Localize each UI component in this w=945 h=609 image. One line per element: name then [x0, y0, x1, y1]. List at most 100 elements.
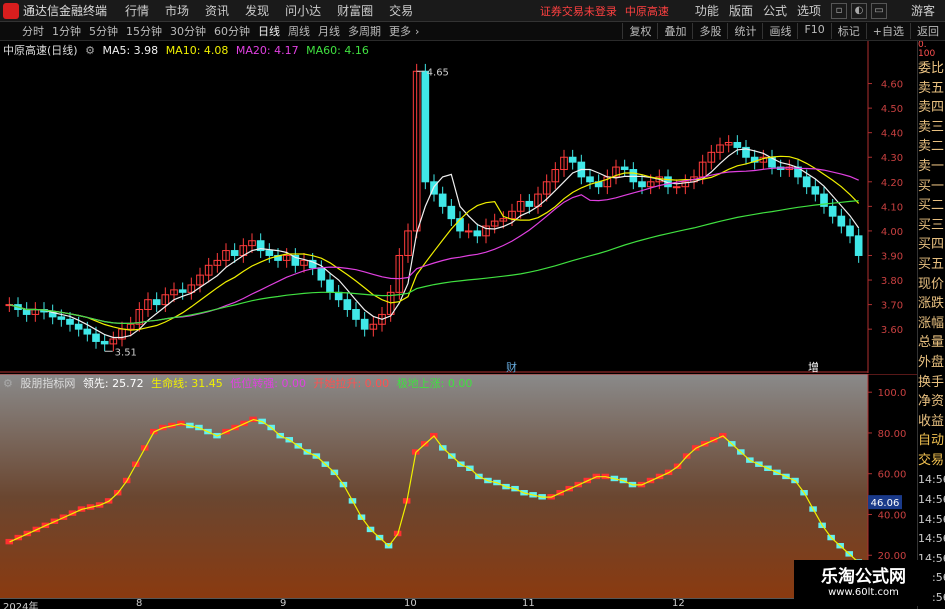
candle-body — [92, 333, 100, 342]
chevron-right-icon[interactable]: › — [415, 25, 419, 38]
period-monthly[interactable]: 月线 — [314, 23, 344, 39]
side-panel-top-label: 100 — [918, 49, 936, 59]
menu-ask[interactable]: 问小达 — [285, 2, 321, 19]
candle-body — [265, 250, 274, 256]
side-panel-item[interactable]: 卖四 — [918, 98, 945, 118]
candle-body — [620, 166, 629, 171]
menu-formula[interactable]: 公式 — [763, 2, 787, 19]
settings-gear-icon[interactable]: ⚙ — [85, 44, 95, 57]
indicator-background — [0, 374, 868, 598]
indicator-panel[interactable]: 20.00 40.00 60.00 80.00 100.0 46.06 ⚙ 股朋指标网 领… — [0, 374, 917, 598]
mark-button[interactable]: 标记 — [830, 23, 866, 39]
period-more[interactable]: 更多 — [385, 23, 415, 39]
lifeline-value: 生命线: 31.45 — [151, 377, 223, 390]
window-mode-icon[interactable]: ▫ — [830, 2, 847, 19]
side-panel-item[interactable]: 交易 — [918, 451, 945, 471]
f10-button[interactable]: F10 — [797, 23, 830, 39]
draw-line-button[interactable]: 画线 — [762, 23, 797, 39]
side-panel-item[interactable]: 14:56 — [918, 529, 945, 549]
side-panel-item[interactable]: 买五 — [918, 255, 945, 275]
period-60min[interactable]: 60分钟 — [210, 23, 254, 39]
back-button[interactable]: 返回 — [910, 23, 945, 39]
side-panel-item[interactable]: 委比 — [918, 59, 945, 79]
menu-function[interactable]: 功能 — [695, 2, 719, 19]
x-label: 2024年 — [3, 602, 39, 609]
side-panel-item[interactable]: 自动 — [918, 431, 945, 451]
side-panel-item[interactable]: 涨跌 — [918, 294, 945, 314]
menu-market[interactable]: 市场 — [165, 2, 189, 19]
side-panel-item[interactable]: 14:56 — [918, 490, 945, 510]
watermark: 乐淘公式网 www.60lt.com — [794, 560, 933, 606]
candle-body — [464, 230, 473, 233]
period-1min[interactable]: 1分钟 — [48, 23, 85, 39]
kline-chart-panel[interactable]: 3.60 3.70 3.80 3.90 4.00 4.10 4.20 4.30 4.40 4.50… — [0, 41, 917, 375]
side-panel-item[interactable]: 卖二 — [918, 137, 945, 157]
guest-user[interactable]: 游客 — [911, 2, 935, 19]
side-panel-item[interactable]: 14:56 — [918, 470, 945, 490]
candle-body — [525, 200, 534, 207]
x-axis: 2024年 8 9 10 11 12 — [0, 598, 917, 609]
stats-button[interactable]: 统计 — [727, 23, 762, 39]
login-warning[interactable]: 证券交易未登录 — [540, 3, 617, 19]
menu-layout[interactable]: 版面 — [729, 2, 753, 19]
period-multi[interactable]: 多周期 — [344, 23, 385, 39]
candle-body — [629, 169, 638, 183]
side-panel-item[interactable]: 14:56 — [918, 510, 945, 530]
period-30min[interactable]: 30分钟 — [166, 23, 210, 39]
menu-quotes[interactable]: 行情 — [125, 2, 149, 19]
period-daily[interactable]: 日线 — [254, 23, 284, 39]
kline-chart[interactable]: 3.60 3.70 3.80 3.90 4.00 4.10 4.20 4.30 4.40 4.50… — [0, 41, 917, 373]
add-watchlist-button[interactable]: +自选 — [865, 23, 910, 39]
side-panel-item[interactable]: 涨幅 — [918, 314, 945, 334]
menu-trade[interactable]: 交易 — [389, 2, 413, 19]
side-panel-item[interactable]: 卖五 — [918, 79, 945, 99]
menu-discover[interactable]: 发现 — [245, 2, 269, 19]
period-weekly[interactable]: 周线 — [284, 23, 314, 39]
candle-body — [447, 205, 456, 220]
indicator-settings-icon[interactable]: ⚙ — [3, 377, 13, 390]
side-panel-item[interactable]: 卖三 — [918, 118, 945, 138]
overlay-button[interactable]: 叠加 — [657, 23, 692, 39]
increase-badge[interactable]: 增 — [808, 359, 819, 375]
side-panel-item[interactable]: 净资 — [918, 392, 945, 412]
period-15min[interactable]: 15分钟 — [122, 23, 166, 39]
candle-body — [317, 267, 326, 281]
menu-news[interactable]: 资讯 — [205, 2, 229, 19]
candle-body — [854, 235, 863, 256]
x-label: 12 — [672, 598, 685, 609]
candle-body — [568, 156, 577, 163]
indicator-chart[interactable]: 20.0040.0060.0080.00100.046.06 — [0, 374, 917, 598]
menu-wealth[interactable]: 财富圈 — [337, 2, 373, 19]
candle-body — [802, 176, 811, 188]
side-panel-item[interactable]: 买二 — [918, 196, 945, 216]
menu-options[interactable]: 选项 — [797, 2, 821, 19]
lead-value: 领先: 25.72 — [82, 377, 144, 390]
candle-body — [473, 230, 482, 237]
y-tick-label: 3.70 — [881, 301, 903, 312]
side-panel-item[interactable]: 总量 — [918, 333, 945, 353]
ma20-label: MA20: 4.17 — [235, 44, 299, 57]
candle-body — [438, 193, 447, 207]
restore-rights-button[interactable]: 复权 — [622, 23, 657, 39]
side-panel-item[interactable]: 收益 — [918, 412, 945, 432]
side-panel-item[interactable]: 外盘 — [918, 353, 945, 373]
side-panel-item[interactable]: 买一 — [918, 177, 945, 197]
y-tick-label: 4.30 — [881, 153, 903, 164]
dock-icon[interactable]: ▭ — [870, 2, 887, 19]
y-tick-label: 3.60 — [881, 325, 903, 336]
x-label: 8 — [136, 598, 143, 609]
skin-icon[interactable]: ◐ — [850, 2, 867, 19]
side-panel-item[interactable]: 买三 — [918, 216, 945, 236]
period-intraday[interactable]: 分时 — [18, 23, 48, 39]
candle-body — [811, 186, 820, 195]
side-panel-item[interactable]: 换手 — [918, 373, 945, 393]
side-panel-item[interactable]: 卖一 — [918, 157, 945, 177]
side-panel-item[interactable]: 买四 — [918, 235, 945, 255]
multi-stock-button[interactable]: 多股 — [692, 23, 727, 39]
side-panel-item[interactable]: 现价 — [918, 275, 945, 295]
current-value-label: 46.06 — [871, 498, 900, 509]
finance-badge[interactable]: 财 — [506, 359, 517, 375]
period-5min[interactable]: 5分钟 — [85, 23, 122, 39]
candle-body — [326, 279, 334, 293]
indicator-bar — [5, 538, 14, 545]
